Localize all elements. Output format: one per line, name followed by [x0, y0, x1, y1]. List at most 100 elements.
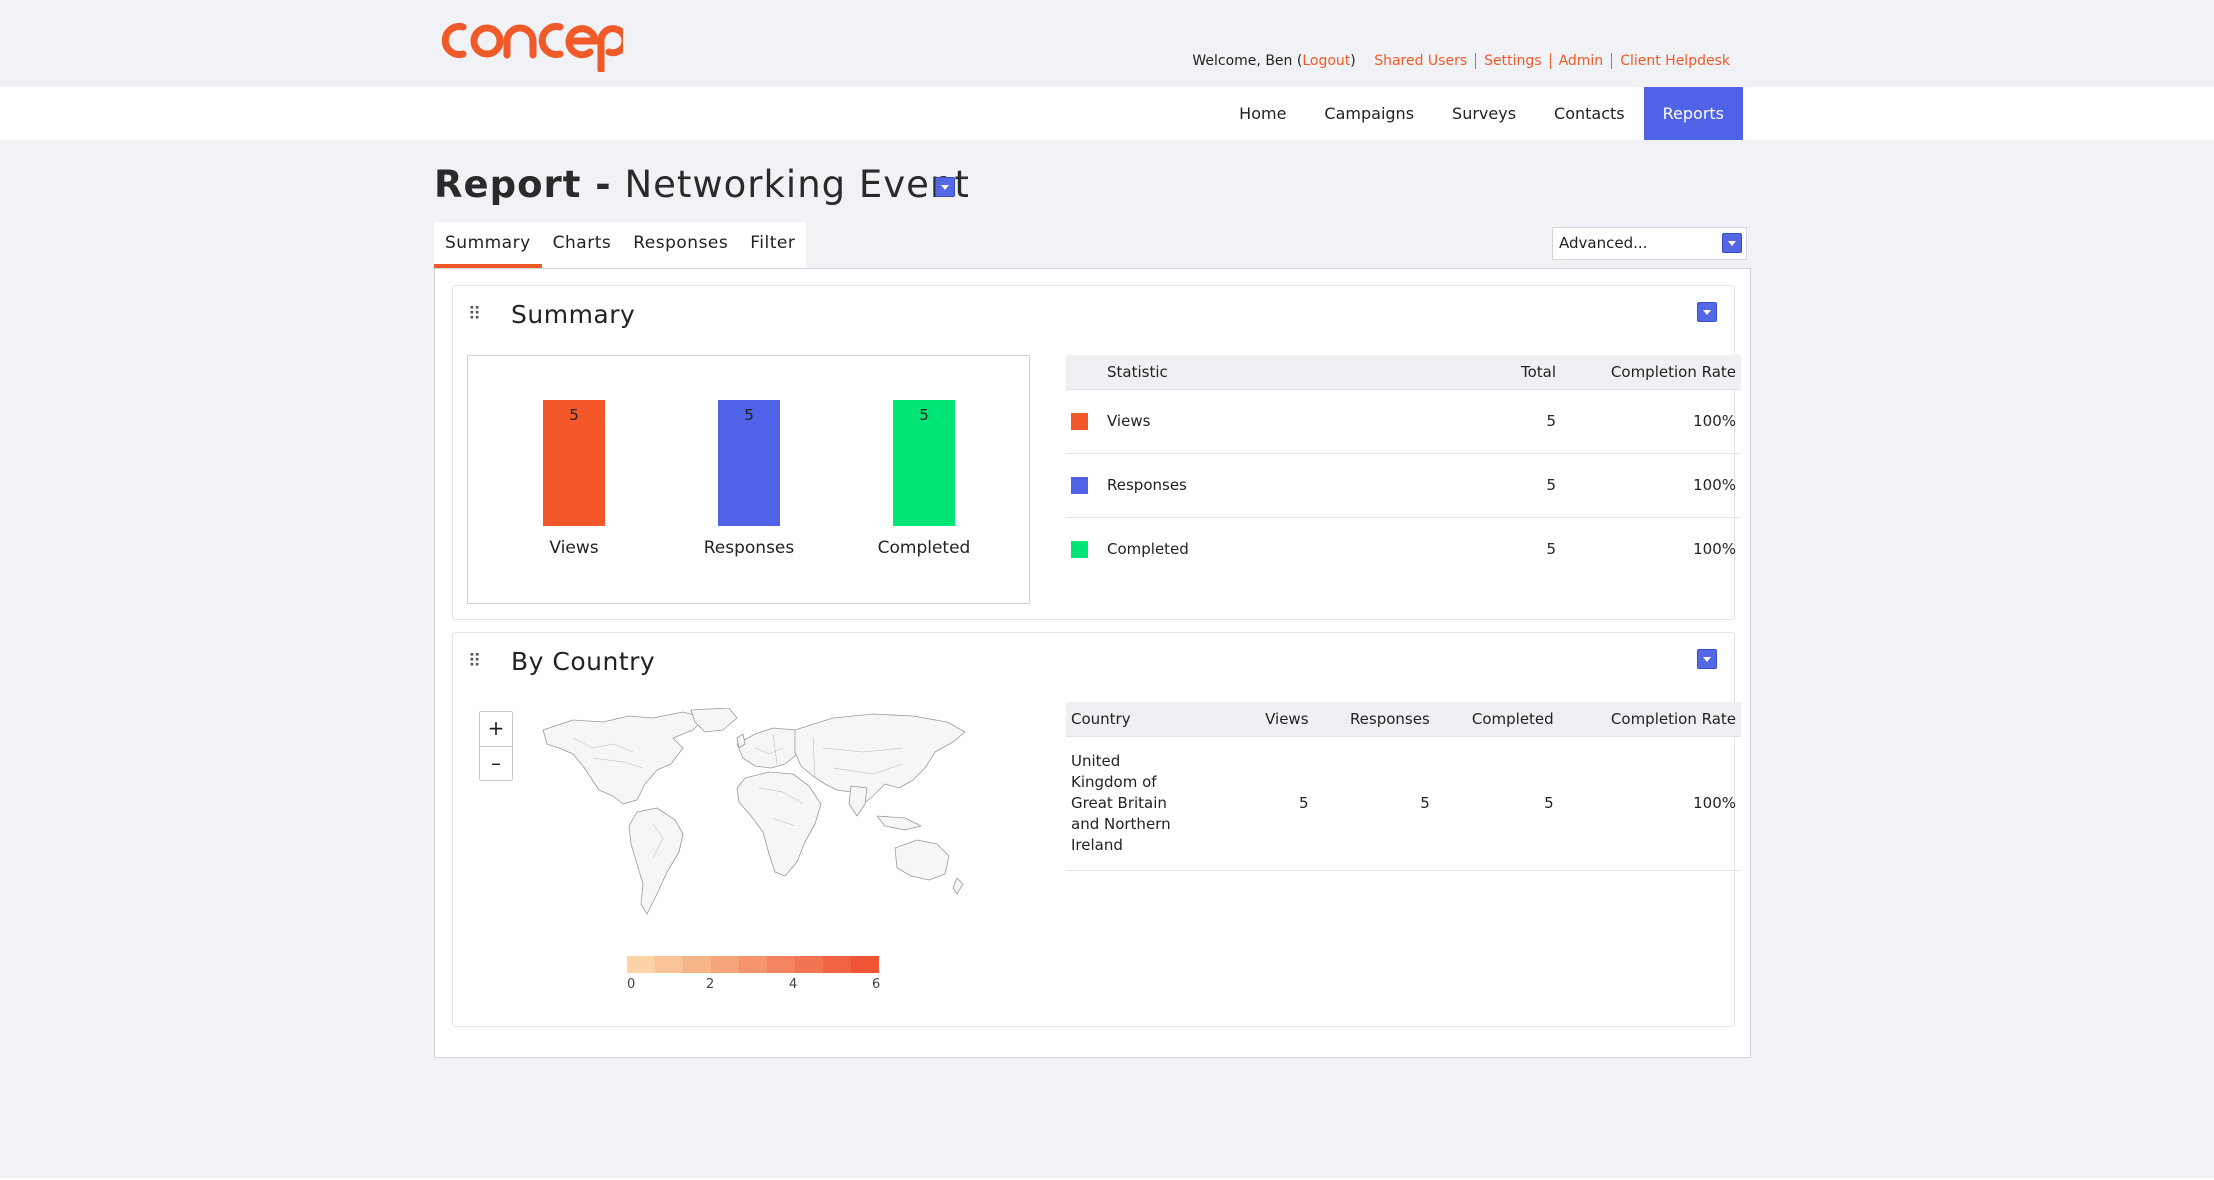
summary-panel: ⠿ Summary 5 Views 5 Responses 5 Completed Sta… — [452, 285, 1741, 620]
legend-ticks: 0 2 4 6 — [627, 973, 892, 993]
drag-handle-icon[interactable]: ⠿ — [468, 651, 481, 672]
map-india — [848, 785, 868, 817]
tab-charts[interactable]: Charts — [542, 222, 623, 268]
table-row: Views 5 100% — [1066, 389, 1741, 454]
world-map[interactable] — [533, 708, 973, 928]
map-africa — [736, 771, 822, 877]
statistic-label: Completed — [1107, 540, 1189, 559]
column-header-completion-rate: Completion Rate — [1558, 702, 1741, 737]
country-responses: 5 — [1313, 736, 1435, 871]
map-new-zealand — [952, 877, 964, 895]
map-asia — [794, 713, 966, 805]
tab-responses[interactable]: Responses — [622, 222, 739, 268]
column-header-views: Views — [1241, 702, 1314, 737]
legend-color-step — [767, 956, 795, 973]
drag-handle-icon[interactable]: ⠿ — [468, 304, 481, 325]
legend-color-step — [823, 956, 851, 973]
legend-tick: 6 — [872, 977, 881, 992]
legend-color-step — [683, 956, 711, 973]
column-header-statistic: Statistic — [1102, 355, 1410, 390]
nav-item-home[interactable]: Home — [1220, 87, 1305, 140]
table-row: Completed 5 100% — [1066, 517, 1741, 581]
advanced-select-value: Advanced... — [1559, 234, 1648, 252]
page-title-name: Networking Event — [624, 163, 970, 206]
summary-panel-title: Summary — [511, 300, 636, 329]
legend-color-step — [851, 956, 879, 973]
welcome-text: Welcome, Ben ( — [1192, 53, 1303, 69]
column-header-country: Country — [1066, 702, 1242, 737]
bar-chart-svg: 5 Views 5 Responses 5 Completed — [543, 400, 971, 558]
shared-users-link[interactable]: Shared Users — [1374, 53, 1467, 69]
country-name: United Kingdom of Great Britain and Nort… — [1071, 751, 1171, 854]
top-header: Welcome, Ben (Logout) Shared Users Settin… — [0, 0, 2214, 87]
zoom-out-button[interactable]: – — [480, 746, 512, 780]
country-table-header: Country Views Responses Completed Comple… — [1066, 702, 1741, 737]
summary-bar-chart: 5 Views 5 Responses 5 Completed — [467, 355, 1030, 604]
nav-item-campaigns[interactable]: Campaigns — [1305, 87, 1433, 140]
map-indonesia — [876, 815, 922, 831]
tab-filter[interactable]: Filter — [739, 222, 806, 268]
category-label: Views — [549, 538, 598, 558]
main-navbar: Home Campaigns Surveys Contacts Reports — [0, 87, 2214, 140]
statistic-total: 5 — [1546, 540, 1556, 559]
category-label: Completed — [878, 538, 971, 558]
page-title-prefix: Report - — [434, 163, 612, 206]
column-header-completion-rate: Completion Rate — [1561, 355, 1741, 390]
statistic-total: 5 — [1409, 389, 1561, 454]
summary-table: Statistic Total Completion Rate Views 5 … — [1066, 355, 1741, 581]
legend-tick: 2 — [706, 977, 715, 992]
page-title: Report - Networking Event — [434, 163, 970, 206]
nav-item-reports[interactable]: Reports — [1643, 87, 1743, 140]
advanced-select[interactable]: Advanced... — [1552, 227, 1747, 260]
statistic-rate: 100% — [1693, 540, 1736, 559]
views-color-swatch — [1071, 413, 1088, 430]
report-content: ⠿ Summary 5 Views 5 Responses 5 Completed Sta… — [434, 268, 1751, 1058]
map-europe — [736, 727, 804, 769]
map-greenland — [690, 708, 738, 733]
zoom-in-button[interactable]: + — [480, 712, 512, 746]
map-color-legend: 0 2 4 6 — [627, 956, 892, 993]
legend-color-step — [627, 956, 655, 973]
statistic-rate: 100% — [1561, 453, 1741, 518]
bar-data-label: 5 — [744, 406, 754, 424]
legend-color-step — [739, 956, 767, 973]
category-label: Responses — [704, 538, 795, 558]
country-table: Country Views Responses Completed Comple… — [1066, 702, 1741, 871]
legend-color-step — [655, 956, 683, 973]
admin-link[interactable]: Admin — [1559, 53, 1604, 69]
statistic-rate: 100% — [1561, 389, 1741, 454]
concep-logo[interactable] — [433, 12, 623, 72]
bar-data-label: 5 — [569, 406, 579, 424]
by-country-panel-title: By Country — [511, 647, 656, 676]
completed-color-swatch — [1071, 541, 1088, 559]
summary-table-header: Statistic Total Completion Rate — [1066, 355, 1741, 390]
country-rate: 100% — [1558, 736, 1741, 871]
chevron-down-icon[interactable] — [1722, 233, 1742, 253]
statistic-label: Responses — [1102, 453, 1410, 518]
legend-color-step — [795, 956, 823, 973]
summary-panel-menu-button[interactable] — [1697, 302, 1717, 322]
nav-item-surveys[interactable]: Surveys — [1433, 87, 1535, 140]
map-south-america — [628, 807, 684, 915]
nav-item-contacts[interactable]: Contacts — [1535, 87, 1644, 140]
column-header-completed: Completed — [1434, 702, 1559, 737]
client-helpdesk-link[interactable]: Client Helpdesk — [1620, 53, 1730, 69]
table-row: United Kingdom of Great Britain and Nort… — [1066, 736, 1741, 871]
report-tabs: Summary Charts Responses Filter — [434, 222, 807, 268]
report-options-dropdown-button[interactable] — [935, 177, 955, 197]
user-links: Welcome, Ben (Logout) Shared Users Settin… — [1192, 53, 1730, 69]
responses-color-swatch — [1071, 477, 1088, 494]
table-row: Responses 5 100% — [1066, 453, 1741, 518]
statistic-label: Views — [1102, 389, 1410, 454]
legend-color-scale — [627, 956, 879, 973]
by-country-panel: ⠿ By Country + – 0 2 4 6 Country Views R… — [452, 632, 1741, 1027]
map-north-america — [542, 711, 706, 805]
nav-menu: Home Campaigns Surveys Contacts Reports — [1220, 87, 1743, 140]
legend-color-step — [711, 956, 739, 973]
by-country-panel-menu-button[interactable] — [1697, 649, 1717, 669]
bar-data-label: 5 — [919, 406, 929, 424]
logout-link[interactable]: Logout — [1302, 53, 1350, 69]
tab-summary[interactable]: Summary — [434, 222, 542, 268]
settings-link[interactable]: Settings — [1484, 53, 1541, 69]
statistic-total: 5 — [1409, 453, 1561, 518]
